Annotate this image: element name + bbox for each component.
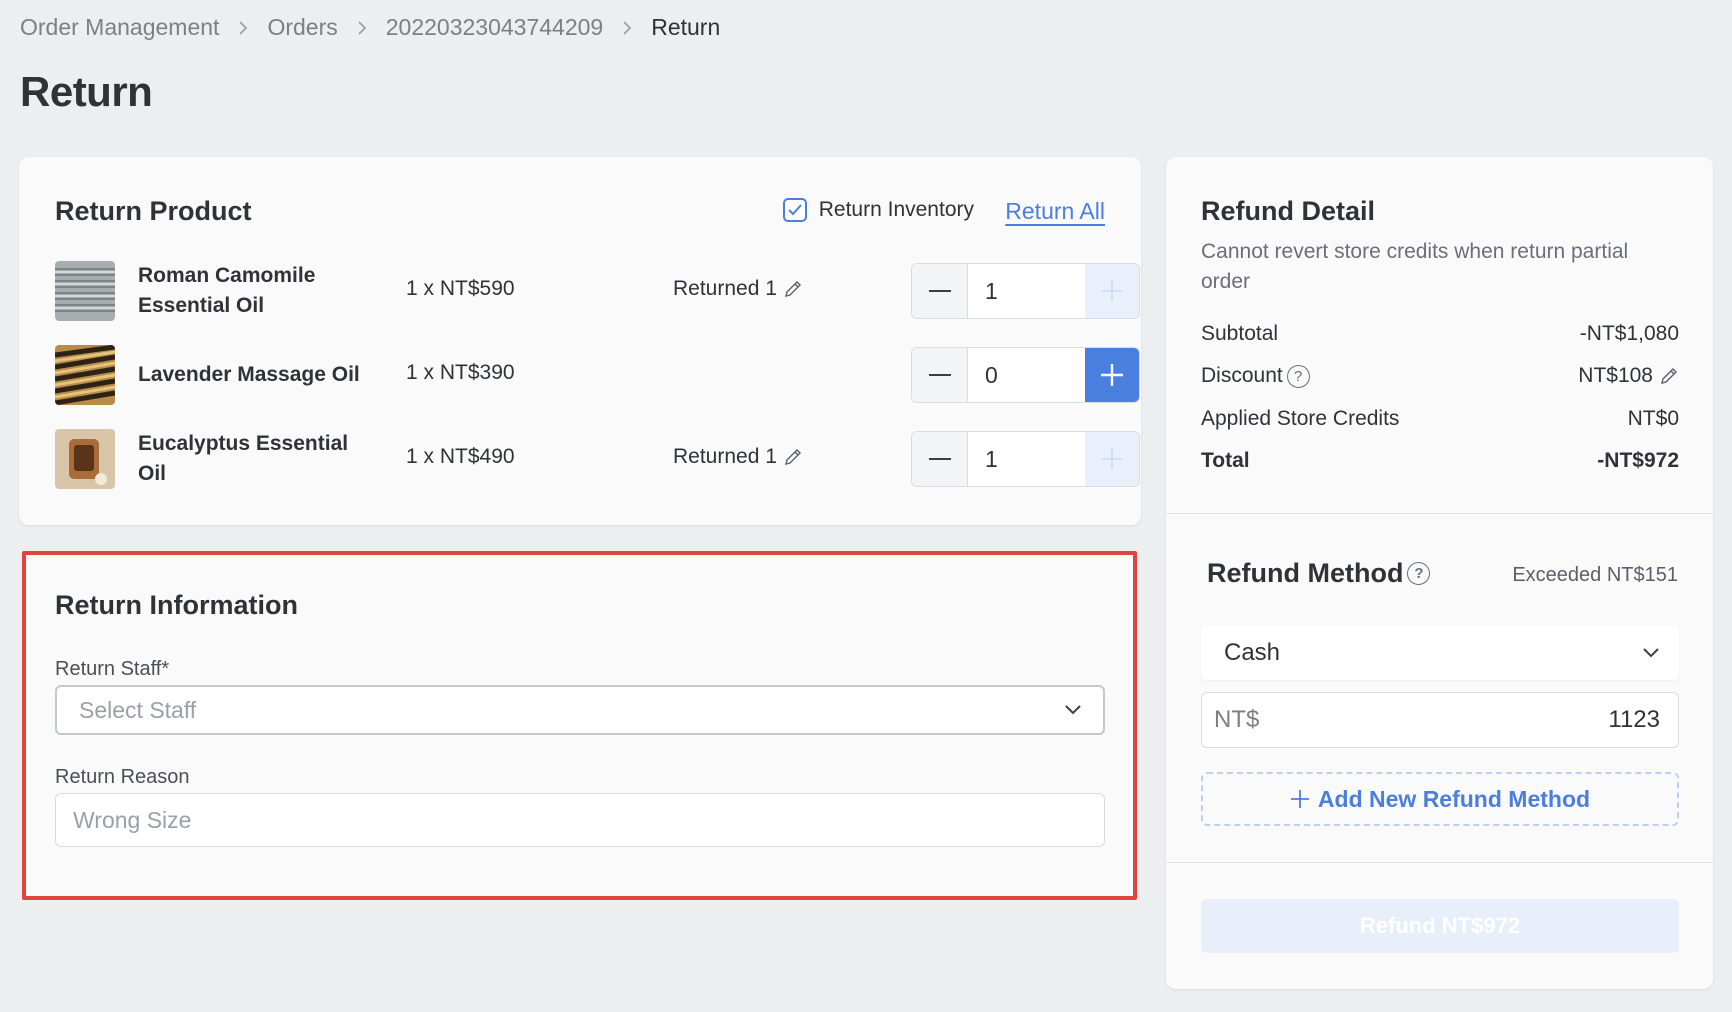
- plus-icon[interactable]: [1085, 348, 1139, 402]
- return-staff-label: Return Staff*: [55, 658, 170, 680]
- question-icon[interactable]: ?: [1407, 562, 1431, 585]
- total-label: Total: [1201, 449, 1250, 472]
- pencil-icon[interactable]: [1659, 366, 1679, 386]
- return-all-link[interactable]: Return All: [1005, 198, 1105, 225]
- return-reason-input[interactable]: Wrong Size: [55, 793, 1105, 847]
- pencil-icon[interactable]: [783, 447, 803, 467]
- question-icon[interactable]: ?: [1286, 364, 1310, 388]
- quantity-value[interactable]: 1: [968, 432, 1085, 486]
- divider: [1166, 862, 1713, 863]
- exceeded-amount: Exceeded NT$151: [1512, 564, 1678, 586]
- chevron-right-icon: [357, 20, 367, 36]
- product-name: Roman Camomile Essential Oil: [138, 264, 316, 317]
- refund-method-value: Cash: [1224, 639, 1281, 666]
- returned-count: Returned 1: [673, 445, 803, 469]
- page-title: Return: [20, 68, 153, 115]
- plus-icon[interactable]: [1085, 432, 1139, 486]
- quantity-stepper: 1: [911, 431, 1140, 487]
- product-qty-price: 1 x NT$490: [406, 445, 515, 468]
- return-information-card: Return Information Return Staff* Select …: [22, 551, 1137, 900]
- minus-icon[interactable]: [912, 348, 968, 402]
- breadcrumb-order-management[interactable]: Order Management: [20, 14, 219, 41]
- product-name: Lavender Massage Oil: [138, 363, 360, 386]
- product-thumbnail: [55, 261, 115, 321]
- store-credits-row: Applied Store Credits NT$0: [1201, 407, 1679, 431]
- refund-amount-input[interactable]: NT$ 1123: [1201, 692, 1679, 748]
- refund-detail-card: Refund Detail Cannot revert store credit…: [1166, 157, 1713, 989]
- breadcrumb-current: Return: [651, 14, 721, 40]
- subtotal-value: -NT$1,080: [1579, 322, 1679, 345]
- refund-amount-value: 1123: [1608, 706, 1660, 733]
- add-refund-method-label: Add New Refund Method: [1317, 785, 1591, 812]
- chevron-down-icon: [1643, 648, 1659, 658]
- refund-method-select[interactable]: Cash: [1201, 626, 1679, 680]
- return-reason-placeholder: Wrong Size: [73, 806, 192, 833]
- product-row: Roman Camomile Essential Oil 1 x NT$590 …: [55, 261, 1140, 321]
- quantity-stepper: 1: [911, 263, 1140, 319]
- refund-note: Cannot revert store credits when return …: [1201, 240, 1629, 293]
- return-information-title: Return Information: [55, 590, 298, 620]
- plus-icon: [1290, 789, 1310, 809]
- total-value: -NT$972: [1597, 449, 1679, 472]
- chevron-down-icon: [1065, 705, 1081, 715]
- minus-icon[interactable]: [912, 432, 968, 486]
- return-staff-placeholder: Select Staff: [79, 696, 197, 723]
- store-credits-value: NT$0: [1627, 407, 1679, 430]
- returned-count: Returned 1: [673, 277, 803, 301]
- product-row: Eucalyptus Essential Oil 1 x NT$490 Retu…: [55, 429, 1140, 489]
- total-row: Total -NT$972: [1201, 449, 1679, 473]
- breadcrumb-order-id[interactable]: 20220323043744209: [386, 14, 603, 41]
- product-qty-price: 1 x NT$390: [406, 361, 515, 384]
- subtotal-row: Subtotal -NT$1,080: [1201, 322, 1679, 346]
- return-product-card: Return Product Return Inventory Return A…: [19, 157, 1141, 525]
- quantity-stepper: 0: [911, 347, 1140, 403]
- add-refund-method-button[interactable]: Add New Refund Method: [1201, 772, 1679, 826]
- minus-icon[interactable]: [912, 264, 968, 318]
- product-row: Lavender Massage Oil 1 x NT$390 0: [55, 345, 1140, 405]
- currency-prefix: NT$: [1214, 706, 1260, 733]
- product-thumbnail: [55, 429, 115, 489]
- checkbox-checked-icon[interactable]: [782, 198, 807, 222]
- discount-value: NT$108: [1578, 364, 1653, 387]
- plus-icon[interactable]: [1085, 264, 1139, 318]
- product-name: Eucalyptus Essential Oil: [138, 432, 349, 485]
- chevron-right-icon: [238, 20, 248, 36]
- quantity-value[interactable]: 1: [968, 264, 1085, 318]
- store-credits-label: Applied Store Credits: [1201, 407, 1400, 430]
- return-inventory-toggle[interactable]: Return Inventory: [782, 198, 974, 222]
- chevron-right-icon: [622, 20, 632, 36]
- discount-row: Discount ? NT$108: [1201, 364, 1679, 388]
- return-staff-select[interactable]: Select Staff: [55, 685, 1105, 735]
- product-thumbnail: [55, 345, 115, 405]
- breadcrumb-orders[interactable]: Orders: [267, 14, 337, 41]
- refund-detail-title: Refund Detail: [1201, 196, 1376, 226]
- refund-button[interactable]: Refund NT$972: [1201, 899, 1679, 953]
- breadcrumb: Order Management Orders 2022032304374420…: [20, 14, 720, 41]
- return-inventory-label: Return Inventory: [818, 198, 974, 221]
- return-product-title: Return Product: [55, 196, 252, 226]
- subtotal-label: Subtotal: [1201, 322, 1279, 345]
- divider: [1166, 513, 1713, 514]
- quantity-value[interactable]: 0: [968, 348, 1085, 402]
- refund-method-title: Refund Method ?: [1207, 558, 1431, 589]
- pencil-icon[interactable]: [783, 279, 803, 299]
- discount-label: Discount: [1201, 364, 1283, 387]
- return-reason-label: Return Reason: [55, 766, 190, 788]
- product-qty-price: 1 x NT$590: [406, 277, 515, 300]
